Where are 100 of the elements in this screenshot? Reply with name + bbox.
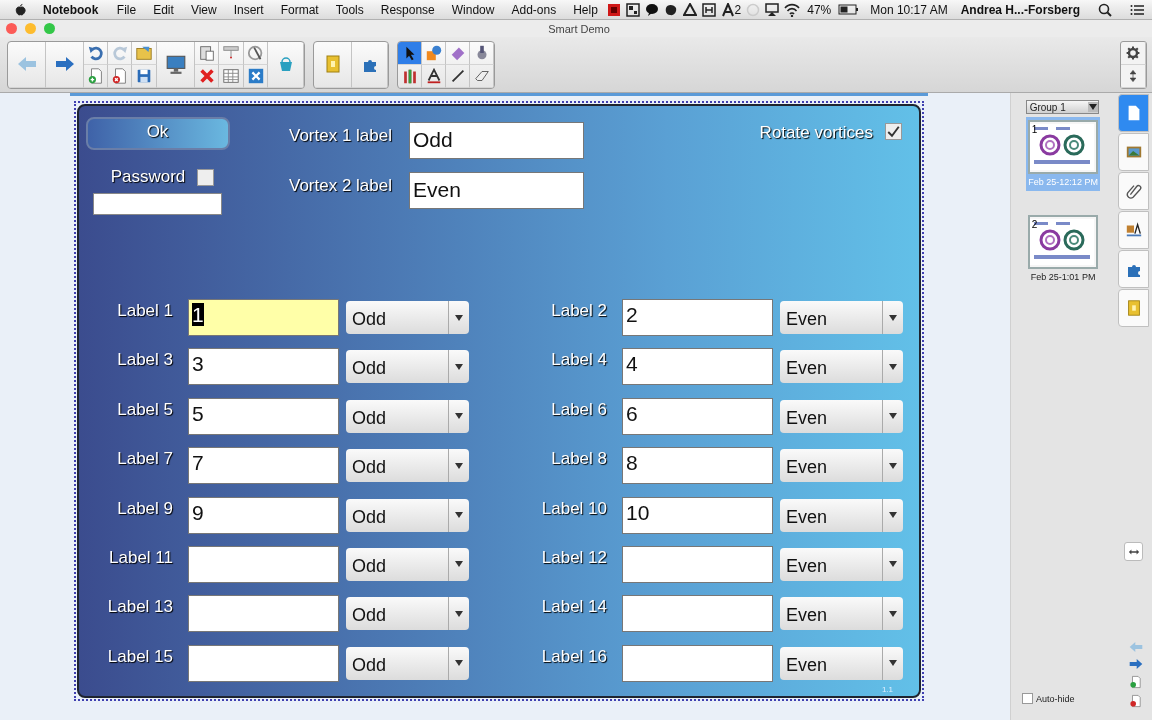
letter-tile-icon (720, 2, 735, 17)
menu-item[interactable]: File (108, 2, 145, 17)
forward-button[interactable] (46, 41, 84, 88)
dropdown[interactable]: Even (780, 498, 903, 532)
gallery-button[interactable] (314, 41, 352, 88)
delete-button[interactable] (195, 64, 219, 88)
app-menu[interactable]: Notebook (27, 2, 109, 17)
dropdown[interactable]: Even (780, 449, 903, 483)
dropdown[interactable]: Even (780, 399, 903, 433)
password-field[interactable] (93, 193, 222, 215)
delete-page-icon[interactable] (1129, 693, 1144, 709)
tool-button[interactable] (422, 64, 446, 88)
user-name[interactable]: Andrea H...-Forsberg (958, 2, 1082, 17)
table-button[interactable] (219, 64, 244, 88)
text-field[interactable]: 4 (622, 348, 773, 386)
dropdown[interactable]: Odd (346, 498, 469, 532)
text-field[interactable]: 7 (188, 447, 339, 485)
dropdown[interactable]: Odd (346, 301, 469, 334)
close-button[interactable] (6, 23, 17, 34)
dropdown[interactable]: Even (780, 597, 903, 631)
text-field[interactable]: 5 (188, 397, 339, 435)
save-button[interactable] (132, 64, 157, 88)
dropdown[interactable]: Odd (346, 547, 469, 581)
list-icon[interactable] (1130, 2, 1144, 17)
menu-item[interactable]: Help (564, 2, 607, 17)
text-field[interactable] (622, 644, 773, 682)
screen-button[interactable] (157, 41, 195, 88)
group-dropdown[interactable]: Group 1 (1025, 100, 1099, 114)
capture-button[interactable] (244, 64, 268, 88)
menu-item[interactable]: Add-ons (502, 2, 565, 17)
text-field[interactable]: Even (409, 172, 584, 209)
text-field[interactable] (188, 644, 339, 682)
menu-item[interactable]: Insert (225, 2, 273, 17)
text-field[interactable]: 3 (188, 348, 339, 386)
right-arrow-icon[interactable] (1128, 657, 1145, 671)
menu-item[interactable]: Window (443, 2, 503, 17)
sidebar-tab[interactable] (1118, 211, 1150, 249)
password-checkbox[interactable] (197, 168, 215, 186)
text-field[interactable]: 10 (622, 496, 773, 534)
delete-page-icon (110, 66, 129, 85)
box-icon (701, 2, 716, 17)
new-page-icon[interactable] (1129, 674, 1144, 690)
page-number: 1 (1031, 124, 1038, 135)
screen-shade-button[interactable] (219, 41, 244, 65)
dropdown[interactable]: Even (780, 350, 903, 384)
text-field[interactable]: 8 (622, 447, 773, 485)
triangle-icon (682, 2, 697, 17)
menu-item[interactable]: Edit (144, 2, 183, 17)
search-icon[interactable] (1098, 2, 1112, 17)
text-field[interactable] (622, 595, 773, 633)
tool-button[interactable] (446, 64, 470, 88)
clock[interactable]: Mon 10:17 AM (868, 2, 950, 17)
settings-button[interactable] (1121, 41, 1146, 65)
pen-button[interactable] (244, 41, 268, 65)
rotate-checkbox[interactable] (885, 123, 902, 140)
page-thumbnail (1030, 124, 1095, 170)
window-title: Smart Demo (548, 22, 610, 35)
sidebar-tab[interactable] (1118, 94, 1150, 132)
move-sidebar-button[interactable] (1124, 542, 1144, 561)
text-field[interactable]: 6 (622, 397, 773, 435)
menu-item[interactable]: View (182, 2, 226, 17)
field-label: Label 15 (106, 645, 174, 667)
apple-icon (14, 2, 27, 17)
open-button[interactable] (132, 41, 157, 65)
text-field[interactable] (188, 545, 339, 583)
dropdown[interactable]: Even (780, 301, 903, 334)
caret-icon (888, 460, 898, 471)
text-field[interactable] (622, 545, 773, 583)
paste-button[interactable] (195, 41, 219, 65)
text-field[interactable] (188, 595, 339, 633)
badge-count: 2 (734, 2, 742, 17)
dropdown[interactable]: Odd (346, 646, 469, 680)
dropdown[interactable]: Even (780, 547, 903, 581)
menu-item[interactable]: Response (372, 2, 444, 17)
text-field[interactable]: 9 (188, 496, 339, 534)
tool-button[interactable] (398, 41, 422, 65)
caret-icon (888, 361, 898, 372)
menu-item[interactable]: Tools (327, 2, 373, 17)
dropdown[interactable]: Odd (346, 449, 469, 483)
field-label: Label 3 (116, 349, 174, 371)
text-field[interactable]: 2 (622, 299, 773, 336)
page-date: Feb 25-12:12 PM (1028, 177, 1098, 187)
page-item[interactable]: 1 Feb 25-12:12 PM (1026, 117, 1101, 191)
dropdown[interactable]: Odd (346, 399, 469, 433)
menu-item[interactable]: Format (272, 2, 328, 17)
text-field[interactable]: Odd (409, 122, 584, 159)
text-field[interactable]: 1 (188, 299, 339, 336)
new-page-button[interactable] (84, 64, 108, 88)
sidebar-tab[interactable] (1118, 250, 1150, 288)
dropdown[interactable]: Odd (346, 597, 469, 631)
expand-button[interactable] (1121, 64, 1146, 88)
sidebar-tab[interactable] (1118, 172, 1150, 210)
undo-button[interactable] (84, 41, 108, 65)
sidebar-tab[interactable] (1118, 133, 1150, 171)
dropdown[interactable]: Even (780, 646, 903, 680)
auto-hide-checkbox[interactable] (1022, 693, 1033, 704)
delete-page-button[interactable] (108, 64, 132, 88)
sidebar-tab[interactable] (1118, 289, 1150, 327)
dropdown[interactable]: Odd (346, 350, 469, 384)
redo-button[interactable] (108, 41, 132, 65)
